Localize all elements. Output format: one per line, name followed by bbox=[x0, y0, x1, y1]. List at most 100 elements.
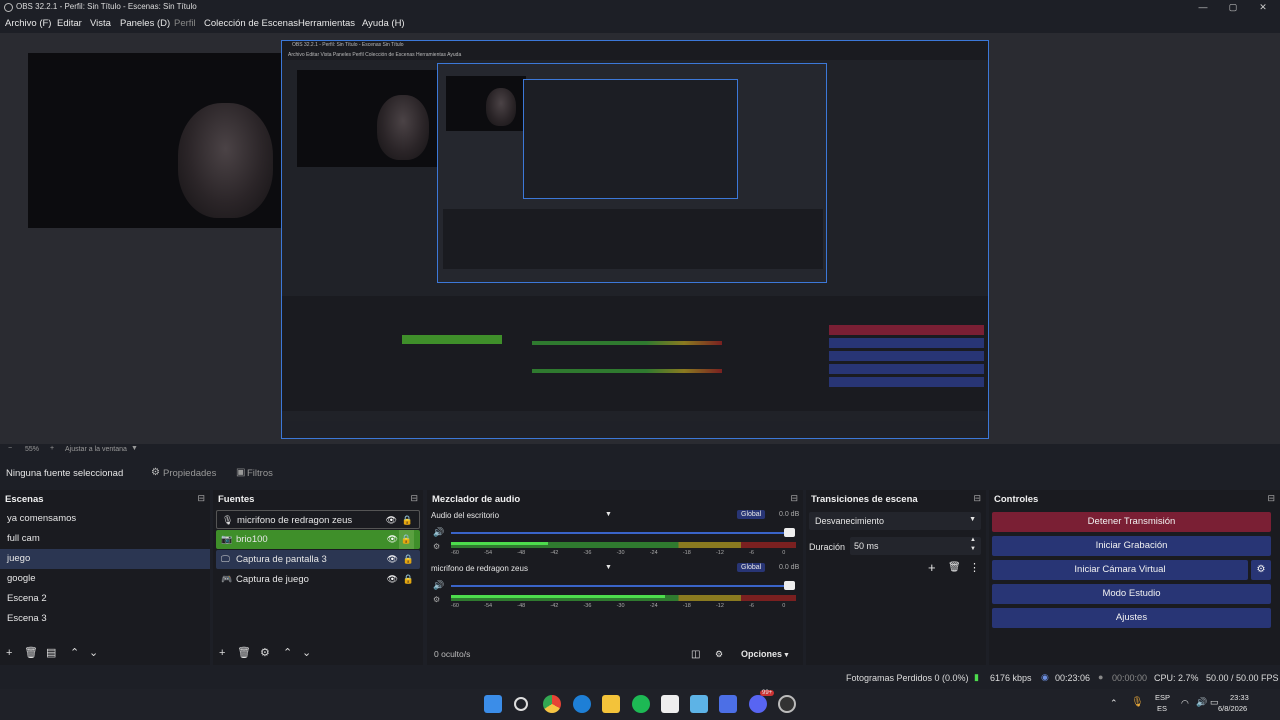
discord-icon[interactable] bbox=[749, 695, 767, 713]
store-icon[interactable] bbox=[661, 695, 679, 713]
menu-paneles[interactable]: Paneles (D) bbox=[120, 18, 170, 29]
source-item[interactable]: 🎮 Captura de juego 👁 🔒 bbox=[216, 570, 420, 589]
mixer-settings-icon[interactable]: ⚙ bbox=[715, 649, 723, 660]
scene-item[interactable]: Escena 2 bbox=[0, 589, 210, 609]
clock-time[interactable]: 23:33 bbox=[1230, 693, 1249, 702]
audio-settings-icon[interactable]: ⚙ bbox=[433, 542, 440, 551]
keyboard-layout[interactable]: ES bbox=[1157, 704, 1167, 713]
source-item[interactable]: 📷 brio100 👁 🔒 bbox=[216, 530, 420, 549]
volume-icon[interactable]: 🔊 bbox=[1196, 697, 1207, 708]
search-icon[interactable] bbox=[514, 697, 528, 711]
volume-slider[interactable] bbox=[451, 532, 791, 534]
add-transition-button[interactable]: + bbox=[928, 560, 936, 575]
menu-archivo[interactable]: Archivo (F) bbox=[5, 18, 51, 29]
menu-vista[interactable]: Vista bbox=[90, 18, 111, 29]
zoom-in-button[interactable]: + bbox=[50, 445, 54, 452]
gear-icon[interactable]: ⚙ bbox=[1251, 560, 1271, 580]
volume-slider-handle[interactable] bbox=[784, 528, 795, 537]
scene-filters-icon[interactable]: ▤ bbox=[46, 646, 56, 659]
fit-window-select[interactable]: Ajustar a la ventana bbox=[65, 446, 127, 453]
speaker-icon[interactable]: 🔊 bbox=[433, 580, 444, 591]
volume-slider-handle[interactable] bbox=[784, 581, 795, 590]
move-down-icon[interactable]: ⌄ bbox=[89, 646, 98, 659]
transition-select[interactable]: Desvanecimiento ▼ bbox=[809, 512, 981, 530]
app-icon[interactable] bbox=[690, 695, 708, 713]
add-scene-button[interactable]: + bbox=[6, 647, 12, 659]
duration-input[interactable]: 50 ms ▲ ▼ bbox=[850, 537, 981, 555]
source-item[interactable]: 🎙 micrifono de redragon zeus 👁 🔒 bbox=[216, 510, 420, 529]
volume-slider[interactable] bbox=[451, 585, 791, 587]
eye-icon[interactable]: 👁 bbox=[386, 511, 397, 530]
move-up-icon[interactable]: ⌃ bbox=[283, 646, 292, 659]
dock-float-icon[interactable]: ⊟ bbox=[197, 493, 205, 504]
mic-tray-icon[interactable]: 🎙 bbox=[1131, 697, 1144, 708]
scene-item[interactable]: google bbox=[0, 569, 210, 589]
menu-coleccion-escenas[interactable]: Colección de Escenas bbox=[204, 18, 298, 29]
menu-ayuda[interactable]: Ayuda (H) bbox=[362, 18, 405, 29]
lock-icon[interactable]: 🔒 bbox=[402, 511, 413, 530]
source-item-selected[interactable]: 🖵 Captura de pantalla 3 👁 🔒 bbox=[216, 550, 420, 569]
scene-item[interactable]: ya comensamos bbox=[0, 509, 210, 529]
close-button[interactable]: ✕ bbox=[1248, 0, 1278, 15]
more-options-icon[interactable]: ⋮ bbox=[969, 561, 980, 574]
eye-icon[interactable]: 👁 bbox=[387, 530, 398, 549]
studio-mode-button[interactable]: Modo Estudio bbox=[992, 584, 1271, 604]
filters-button[interactable]: Filtros bbox=[247, 468, 273, 479]
dock-float-icon[interactable]: ⊟ bbox=[973, 493, 981, 504]
spotify-icon[interactable] bbox=[632, 695, 650, 713]
eye-icon[interactable]: 👁 bbox=[387, 570, 398, 589]
chevron-down-icon[interactable]: ▼ bbox=[783, 652, 790, 659]
clock-date[interactable]: 6/8/2026 bbox=[1218, 704, 1247, 713]
eye-icon[interactable]: 👁 bbox=[387, 550, 398, 569]
stop-stream-button[interactable]: Detener Transmisión bbox=[992, 512, 1271, 532]
scene-item-selected[interactable]: juego bbox=[0, 549, 210, 569]
properties-button[interactable]: Propiedades bbox=[163, 468, 216, 479]
chevron-up-icon[interactable]: ⌃ bbox=[1110, 698, 1118, 709]
start-recording-button[interactable]: Iniciar Grabación bbox=[992, 536, 1271, 556]
chevron-down-icon[interactable]: ▼ bbox=[131, 445, 138, 452]
trash-icon[interactable]: 🗑 bbox=[237, 646, 251, 659]
speaker-icon[interactable]: 🔊 bbox=[433, 527, 444, 538]
obs-icon[interactable] bbox=[778, 695, 796, 713]
chrome-icon[interactable] bbox=[543, 695, 561, 713]
global-badge[interactable]: Global bbox=[737, 563, 766, 572]
settings-button[interactable]: Ajustes bbox=[992, 608, 1271, 628]
menu-perfil[interactable]: Perfil bbox=[174, 18, 196, 29]
app-icon[interactable] bbox=[719, 695, 737, 713]
lock-icon[interactable]: 🔒 bbox=[403, 570, 414, 589]
move-down-icon[interactable]: ⌄ bbox=[302, 646, 311, 659]
lock-icon[interactable]: 🔒 bbox=[398, 530, 414, 549]
dock-float-icon[interactable]: ⊟ bbox=[410, 493, 418, 504]
transition-value: Desvanecimiento bbox=[815, 516, 885, 526]
audio-settings-icon[interactable]: ⚙ bbox=[433, 595, 440, 604]
scene-item[interactable]: full cam bbox=[0, 529, 210, 549]
options-button[interactable]: Opciones bbox=[741, 649, 782, 659]
move-up-icon[interactable]: ⌃ bbox=[70, 646, 79, 659]
chevron-down-icon[interactable]: ▼ bbox=[605, 564, 612, 571]
minimize-button[interactable]: — bbox=[1188, 0, 1218, 15]
menu-editar[interactable]: Editar bbox=[57, 18, 82, 29]
start-virtual-camera-button[interactable]: Iniciar Cámara Virtual bbox=[992, 560, 1248, 580]
dock-float-icon[interactable]: ⊟ bbox=[790, 493, 798, 504]
maximize-button[interactable]: ▢ bbox=[1218, 0, 1248, 15]
zoom-out-button[interactable]: − bbox=[8, 445, 12, 452]
language-code[interactable]: ESP bbox=[1155, 693, 1170, 702]
lock-icon[interactable]: 🔒 bbox=[403, 550, 414, 569]
add-source-button[interactable]: + bbox=[219, 647, 225, 659]
layout-icon[interactable]: ◫ bbox=[691, 649, 700, 660]
menu-herramientas[interactable]: Herramientas bbox=[298, 18, 355, 29]
trash-icon[interactable]: 🗑 bbox=[24, 646, 38, 659]
chevron-down-icon[interactable]: ▼ bbox=[605, 511, 612, 518]
file-explorer-icon[interactable] bbox=[602, 695, 620, 713]
gear-icon[interactable]: ⚙ bbox=[260, 646, 270, 659]
meter-tick-label: -12 bbox=[715, 603, 724, 609]
edge-icon[interactable] bbox=[573, 695, 591, 713]
spin-down-icon[interactable]: ▼ bbox=[970, 546, 976, 552]
trash-icon[interactable]: 🗑 bbox=[948, 562, 961, 573]
spin-up-icon[interactable]: ▲ bbox=[970, 537, 976, 543]
global-badge[interactable]: Global bbox=[737, 510, 766, 519]
start-icon[interactable] bbox=[484, 695, 502, 713]
wifi-icon[interactable]: ◠ bbox=[1181, 698, 1189, 709]
dock-float-icon[interactable]: ⊟ bbox=[1267, 493, 1275, 504]
scene-item[interactable]: Escena 3 bbox=[0, 609, 210, 629]
